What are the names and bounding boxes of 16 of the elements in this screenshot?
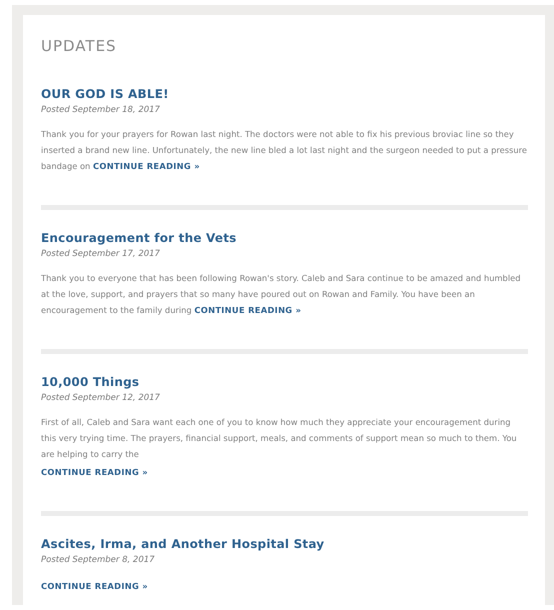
continue-reading-link[interactable]: CONTINUE READING » xyxy=(41,467,148,477)
post-date: Posted September 18, 2017 xyxy=(41,105,161,115)
post-excerpt: First of all, Caleb and Sara want each one of you to know how much they appreciate your encouragement during this very trying time. The prayers, financial support, meals, and comments of support mean so much to them. You are helping to carry the xyxy=(41,416,518,461)
post-date: Posted September 8, 2017 xyxy=(41,555,156,565)
post-title[interactable]: OUR GOD IS ABLE! xyxy=(41,87,169,101)
post-title[interactable]: Ascites, Irma, and Another Hospital Stay xyxy=(41,537,324,551)
post-date: Posted September 12, 2017 xyxy=(41,393,161,403)
post-excerpt: Thank you for your prayers for Rowan last night. The doctors were not able to fix his previous broviac line so they inserted a brand new line. Unfortunately, the new line bled a lot last night and the surgeon needed to put a pressure bandage on CONTINUE READING » xyxy=(41,128,528,173)
post-date: Posted September 17, 2017 xyxy=(41,249,161,259)
post-excerpt: Thank you to everyone that has been following Rowan's story. Caleb and Sara continue to be amazed and humbled at the love, support, and prayers that so many have poured out on Rowan and Family. You have been an encouragement to the family during CONTINUE READING » xyxy=(41,272,522,317)
continue-reading-link[interactable]: CONTINUE READING » xyxy=(41,581,148,591)
post-title[interactable]: Encouragement for the Vets xyxy=(41,231,236,245)
post-title[interactable]: 10,000 Things xyxy=(41,375,140,389)
section-heading: UPDATES xyxy=(41,37,118,55)
continue-reading-link[interactable]: CONTINUE READING » xyxy=(194,305,302,315)
continue-reading-link[interactable]: CONTINUE READING » xyxy=(92,161,200,171)
